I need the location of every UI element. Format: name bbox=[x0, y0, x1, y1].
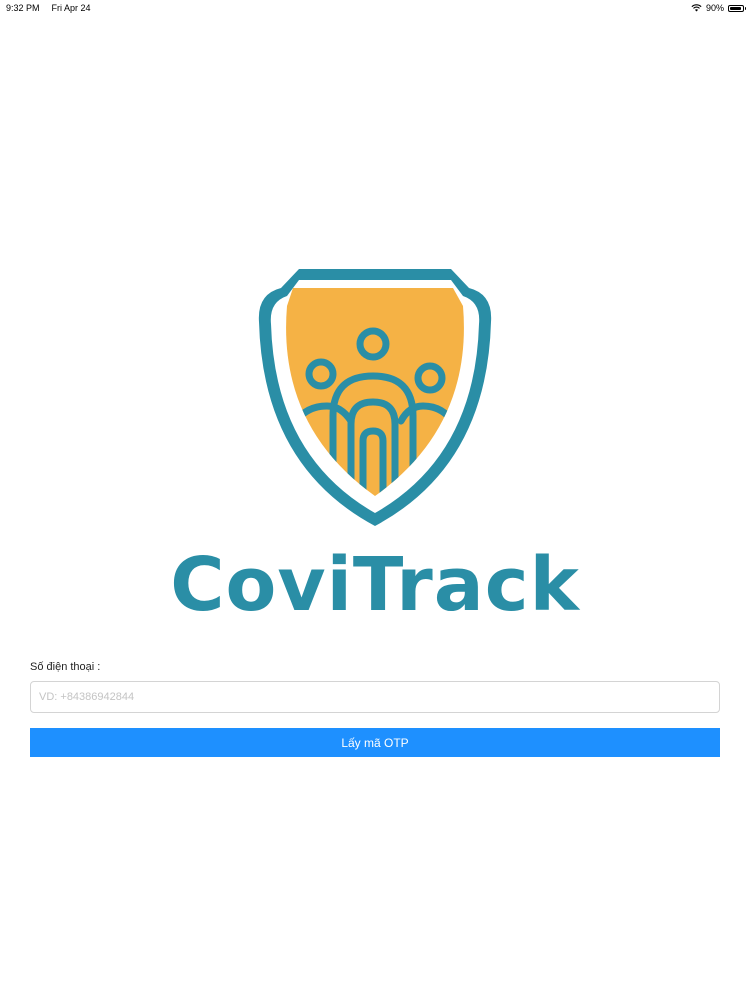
wifi-icon bbox=[691, 4, 702, 12]
status-left: 9:32 PM Fri Apr 24 bbox=[6, 3, 91, 13]
phone-label: Số điện thoại : bbox=[30, 661, 101, 673]
status-date: Fri Apr 24 bbox=[51, 3, 91, 13]
get-otp-button[interactable]: Lấy mã OTP bbox=[30, 728, 720, 757]
phone-input[interactable] bbox=[30, 681, 720, 713]
battery-percent: 90% bbox=[705, 3, 724, 13]
status-bar: 9:32 PM Fri Apr 24 90% bbox=[0, 0, 750, 16]
status-right: 90% bbox=[691, 3, 746, 13]
brand-name: CoviTrack bbox=[170, 542, 580, 628]
covitrack-logo bbox=[255, 266, 495, 528]
status-time: 9:32 PM bbox=[6, 3, 40, 13]
battery-icon bbox=[728, 4, 746, 12]
shield-people-logo-icon bbox=[258, 269, 492, 526]
battery-fill bbox=[730, 6, 741, 10]
